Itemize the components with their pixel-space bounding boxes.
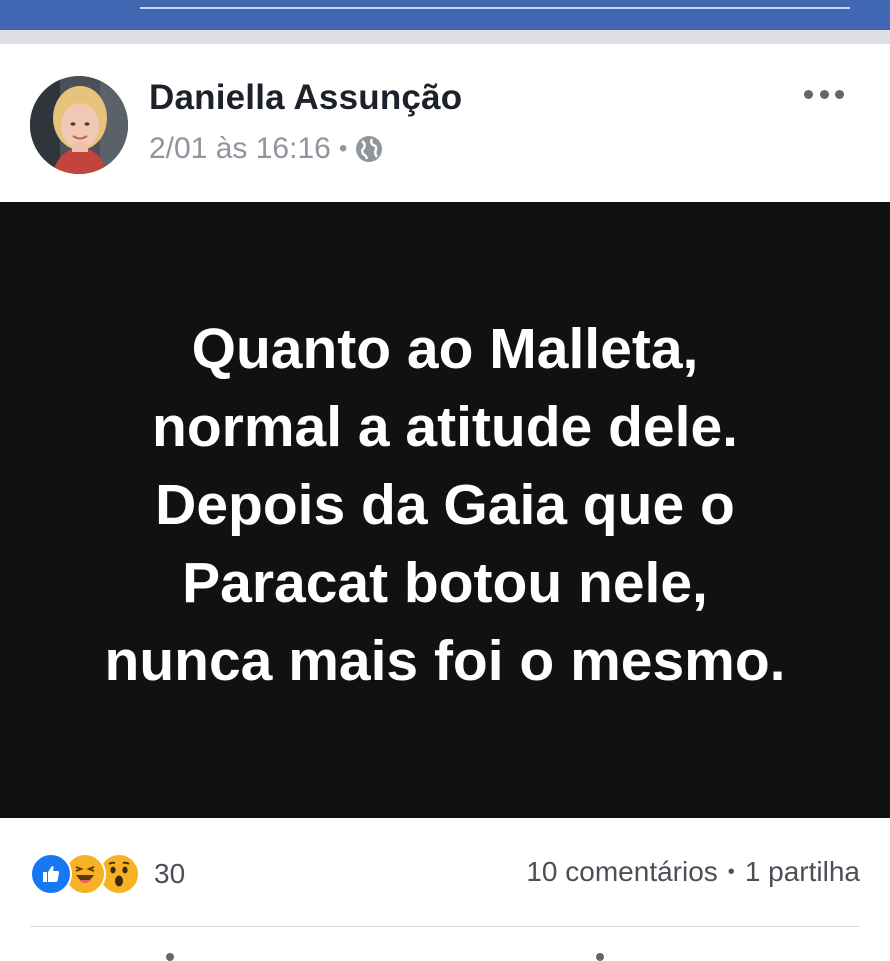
more-dot	[804, 89, 813, 99]
like-icon	[30, 853, 72, 895]
post-actions-bar	[0, 927, 890, 961]
reactions-bar: 30 10 comentários • 1 partilha	[0, 818, 890, 926]
shares-count[interactable]: 1 partilha	[745, 856, 860, 888]
image-text-line: nunca mais foi o mesmo.	[104, 629, 786, 693]
topbar-divider	[140, 7, 850, 9]
comments-count[interactable]: 10 comentários	[526, 856, 717, 888]
more-options-icon[interactable]	[804, 84, 844, 104]
more-dot	[835, 89, 844, 99]
image-text-line: normal a atitude dele.	[152, 395, 738, 459]
post-image-text: Quanto ao Malleta, normal a atitude dele…	[105, 310, 786, 700]
reaction-count[interactable]: 30	[154, 858, 185, 890]
post-meta: 2/01 às 16:16 •	[149, 132, 383, 166]
post-image[interactable]: Quanto ao Malleta, normal a atitude dele…	[0, 202, 890, 818]
top-navigation-bar	[0, 0, 890, 30]
post-header: Daniella Assunção 2/01 às 16:16 •	[0, 44, 890, 202]
avatar-photo	[30, 76, 128, 174]
image-text-line: Quanto ao Malleta,	[191, 317, 699, 381]
globe-icon[interactable]	[355, 135, 383, 163]
image-text-line: Paracat botou nele,	[182, 551, 708, 615]
author-avatar[interactable]	[30, 76, 128, 174]
reactions-summary[interactable]: 30	[30, 853, 185, 895]
post-stats: 10 comentários • 1 partilha	[526, 856, 860, 888]
author-name[interactable]: Daniella Assunção	[149, 78, 462, 118]
more-dot	[819, 89, 829, 99]
post-timestamp[interactable]: 2/01 às 16:16	[149, 132, 331, 166]
meta-separator: •	[338, 135, 348, 162]
image-text-line: Depois da Gaia que o	[155, 473, 735, 537]
feed-gap	[0, 30, 890, 44]
stats-separator: •	[727, 860, 735, 883]
